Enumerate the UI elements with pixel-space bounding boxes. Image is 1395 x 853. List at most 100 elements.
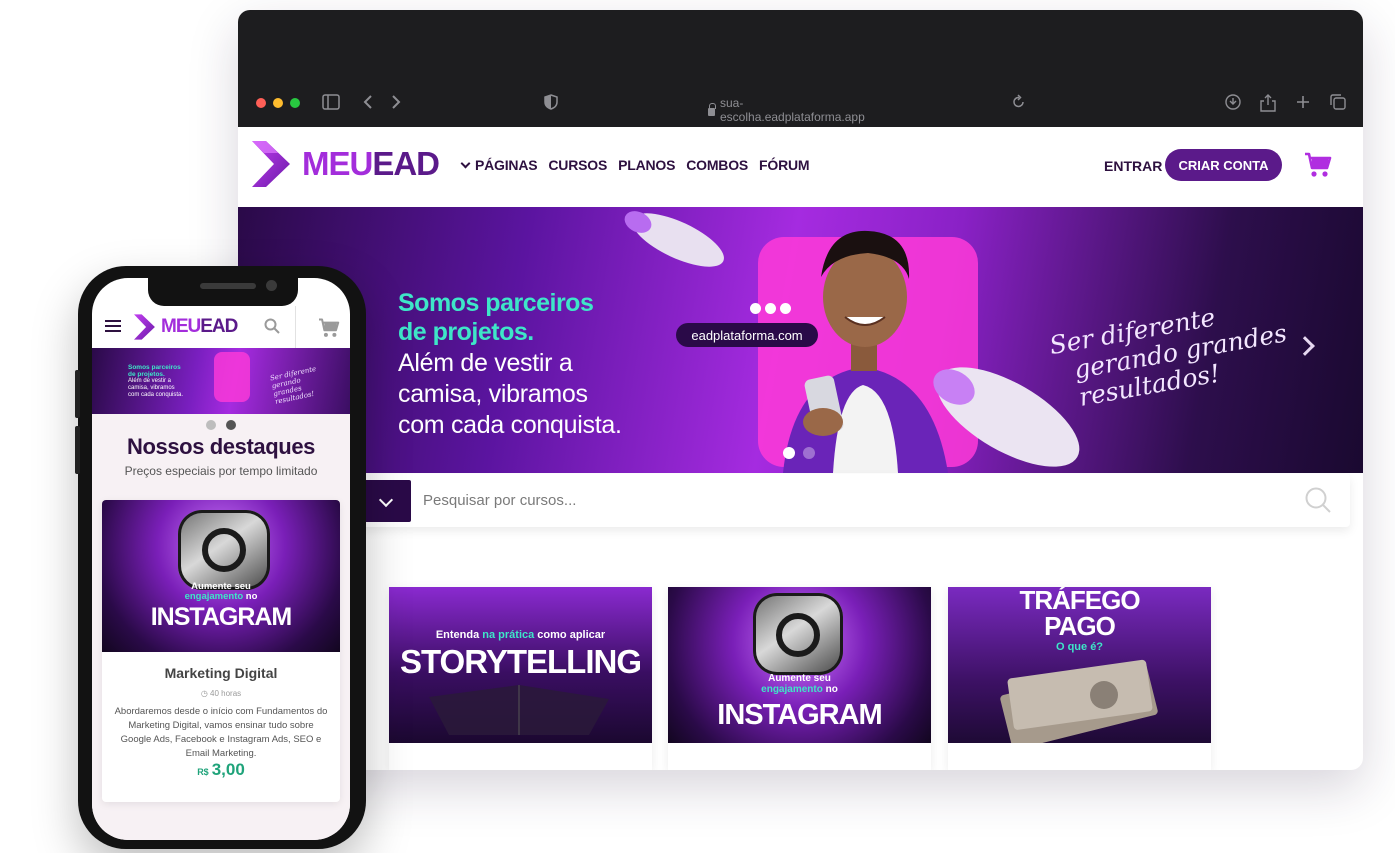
mobile-hero-banner[interactable]: Somos parceiros de projetos. Além de ves… xyxy=(92,348,350,414)
login-link[interactable]: ENTRAR xyxy=(1104,158,1162,174)
forward-icon[interactable] xyxy=(390,94,402,110)
course-thumbnail: TRÁFEGO PAGO O que é? xyxy=(948,587,1211,743)
carousel-dot[interactable] xyxy=(783,447,795,459)
carousel-dot[interactable] xyxy=(226,420,236,430)
mobile-hero-headline-line: Somos parceiros xyxy=(128,364,181,371)
nav-item-combos[interactable]: COMBOS xyxy=(686,157,748,173)
course-card[interactable]: Aumente seu engajamento no INSTAGRAM xyxy=(668,587,931,770)
section-subtitle: Preços especiais por tempo limitado xyxy=(124,464,318,478)
course-thumbnail: Entenda na prática como aplicar STORYTEL… xyxy=(389,587,652,743)
cart-icon[interactable] xyxy=(1304,152,1332,178)
thumbnail-caption-text: no xyxy=(243,591,258,602)
signup-button[interactable]: CRIAR CONTA xyxy=(1165,149,1282,181)
window-controls xyxy=(256,98,300,108)
speaker xyxy=(200,283,256,289)
logo-mark-icon xyxy=(252,141,290,187)
cart-icon[interactable] xyxy=(318,318,340,338)
phone-screen: MEUEAD Somos parceiros de projetos. Além… xyxy=(92,278,350,840)
header-divider xyxy=(295,306,296,348)
facebook-icon xyxy=(750,303,761,314)
mobile-hero-sub: Além de vestir a camisa, vibramos com ca… xyxy=(128,378,183,399)
thumbnail-caption-line: engajamento no xyxy=(668,684,931,695)
hero-headline-line: Somos parceiros xyxy=(398,289,594,317)
hero-script-text: Ser diferente gerando grandes resultados… xyxy=(1038,291,1299,417)
nav-item-cursos[interactable]: CURSOS xyxy=(548,157,607,173)
mobile-hero-headline: Somos parceiros de projetos. xyxy=(128,364,181,378)
course-price: R$ 3,00 xyxy=(102,760,340,780)
nav-item-planos[interactable]: PLANOS xyxy=(618,157,675,173)
thumbnail-caption: Entenda na prática como aplicar xyxy=(389,629,652,641)
logo-text: MEUEAD xyxy=(302,145,440,183)
course-thumbnail: Aumente seu engajamento no INSTAGRAM xyxy=(102,500,340,652)
carousel-dot[interactable] xyxy=(206,420,216,430)
hero-photo-backdrop xyxy=(214,352,250,402)
instagram-lens xyxy=(202,528,246,572)
logo-text-meu: MEU xyxy=(161,316,201,337)
hero-sub-line: camisa, vibramos xyxy=(398,380,588,408)
carousel-next-icon[interactable] xyxy=(1295,336,1315,356)
logo-mark-icon xyxy=(134,314,155,340)
main-nav: PÁGINAS CURSOS PLANOS COMBOS FÓRUM xyxy=(460,157,810,173)
minimize-window-button[interactable] xyxy=(273,98,283,108)
money-illustration xyxy=(1000,659,1158,743)
brand-logo[interactable]: MEUEAD xyxy=(252,141,440,187)
hero-sub-line: com cada conquista. xyxy=(398,411,622,439)
course-title[interactable]: Marketing Digital xyxy=(102,665,340,681)
carousel-dot[interactable] xyxy=(803,447,815,459)
mobile-hero-sub-line: camisa, vibramos xyxy=(128,385,175,391)
hero-headline: Somos parceiros de projetos. xyxy=(398,289,594,347)
thumbnail-caption-line: engajamento no xyxy=(102,592,340,602)
mobile-brand-logo[interactable]: MEUEAD xyxy=(134,314,238,340)
phone-notch xyxy=(148,278,298,306)
category-dropdown-button[interactable] xyxy=(363,480,411,522)
thumbnail-title: INSTAGRAM xyxy=(150,603,293,631)
thumbnail-caption-accent: engajamento xyxy=(761,684,823,695)
mobile-header: MEUEAD xyxy=(92,306,350,348)
section-title: Nossos destaques xyxy=(126,434,315,459)
search-input[interactable] xyxy=(423,484,1283,516)
share-icon[interactable] xyxy=(1260,94,1276,112)
course-card[interactable]: TRÁFEGO PAGO O que é? xyxy=(948,587,1211,770)
course-card[interactable]: Entenda na prática como aplicar STORYTEL… xyxy=(389,587,652,770)
nav-item-forum[interactable]: FÓRUM xyxy=(759,157,810,173)
close-window-button[interactable] xyxy=(256,98,266,108)
thumbnail-title: PAGO xyxy=(1044,611,1116,641)
mockup-stage: sua-escolha.eadplataforma.app MEUEAD PÁG… xyxy=(0,0,1395,853)
mobile-hero-sub-line: Além de vestir a xyxy=(128,378,172,384)
logo-text-ead: EAD xyxy=(372,145,440,182)
search-icon[interactable] xyxy=(264,318,280,334)
tabs-overview-icon[interactable] xyxy=(1330,94,1346,110)
thumbnail-title: INSTAGRAM xyxy=(717,699,882,731)
featured-course-card[interactable]: Aumente seu engajamento no INSTAGRAM Mar… xyxy=(102,500,340,802)
nav-item-label: COMBOS xyxy=(686,157,749,173)
shield-icon[interactable] xyxy=(544,94,558,110)
search-icon[interactable] xyxy=(1305,487,1331,513)
thumbnail-caption: Aumente seu engajamento no xyxy=(668,673,931,695)
course-thumbnail: Aumente seu engajamento no INSTAGRAM xyxy=(668,587,931,743)
hamburger-menu-icon[interactable] xyxy=(105,320,121,332)
nav-item-label: CURSOS xyxy=(548,157,608,173)
back-icon[interactable] xyxy=(362,94,374,110)
new-tab-icon[interactable] xyxy=(1296,94,1310,110)
site-header: MEUEAD PÁGINAS CURSOS PLANOS COMBOS FÓRU… xyxy=(238,127,1363,207)
clock-icon: ◷ xyxy=(200,689,211,698)
logo-text-ead: EAD xyxy=(200,316,238,337)
hero-url-pill: eadplataforma.com xyxy=(676,323,818,347)
zoom-window-button[interactable] xyxy=(290,98,300,108)
hero-sub-line: Além de vestir a xyxy=(398,349,573,377)
instagram-logo-icon xyxy=(178,510,270,590)
sidebar-icon[interactable] xyxy=(322,94,340,110)
hero-subheadline: Além de vestir a camisa, vibramos com ca… xyxy=(398,348,678,441)
mobile-hero-script: Ser diferente gerando grandes resultados… xyxy=(269,364,317,406)
download-icon[interactable] xyxy=(1225,94,1241,110)
price-value: 3,00 xyxy=(211,760,245,779)
thumbnail-caption-text: no xyxy=(822,684,838,695)
address-bar[interactable]: sua-escolha.eadplataforma.app xyxy=(708,96,888,124)
reload-icon[interactable] xyxy=(1012,94,1026,110)
nav-item-paginas[interactable]: PÁGINAS xyxy=(460,157,538,173)
volume-down-button xyxy=(75,426,80,474)
hero-banner[interactable]: Somos parceiros de projetos. Além de ves… xyxy=(238,207,1363,473)
thumbnail-caption: Aumente seu engajamento no xyxy=(102,582,340,602)
chevron-down-icon xyxy=(460,158,471,168)
logo-text: MEUEAD xyxy=(161,316,238,338)
